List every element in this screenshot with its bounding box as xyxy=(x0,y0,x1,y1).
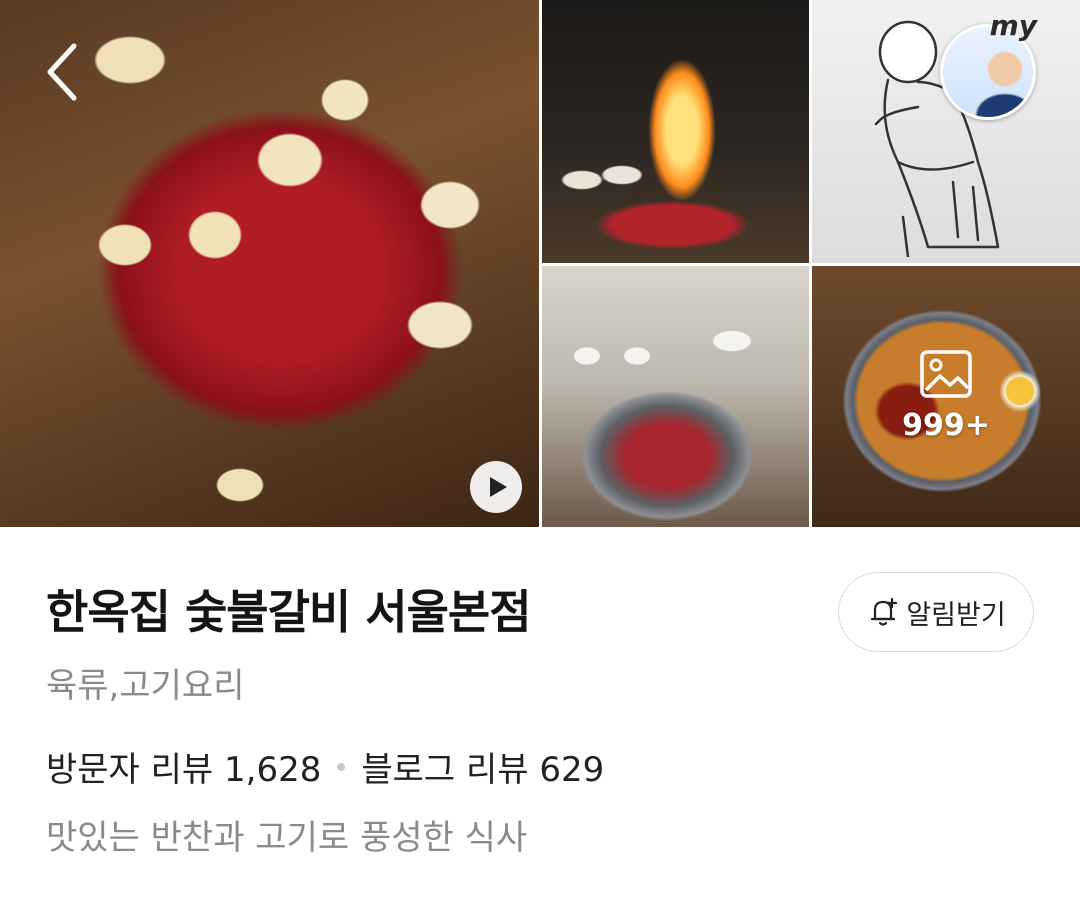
photo-flame-grill[interactable] xyxy=(542,0,809,263)
bell-plus-icon xyxy=(871,597,898,626)
photo-table-grill[interactable] xyxy=(542,266,809,527)
separator-dot xyxy=(337,762,346,771)
more-photos-count: 999+ xyxy=(902,408,990,443)
notify-button[interactable]: 알림받기 xyxy=(838,572,1034,652)
image-icon xyxy=(920,350,972,398)
back-button[interactable] xyxy=(40,40,90,104)
more-photos-overlay[interactable]: 999+ xyxy=(812,266,1080,527)
my-profile-avatar[interactable]: my xyxy=(940,9,1037,120)
chevron-left-icon xyxy=(47,43,77,101)
play-icon xyxy=(490,477,507,497)
video-play-button[interactable] xyxy=(470,461,522,513)
photo-gallery: my 999+ xyxy=(0,0,1080,527)
blog-reviews-link[interactable]: 블로그 리뷰 629 xyxy=(361,742,604,791)
notify-label: 알림받기 xyxy=(906,599,1006,631)
place-description: 맛있는 반찬과 고기로 풍성한 식사 xyxy=(46,818,528,858)
my-label: my xyxy=(989,9,1037,42)
review-counts: 방문자 리뷰 1,628 블로그 리뷰 629 xyxy=(46,742,604,791)
place-category: 육류,고기요리 xyxy=(46,666,245,706)
visitor-reviews-link[interactable]: 방문자 리뷰 1,628 xyxy=(46,742,321,791)
place-name: 한옥집 숯불갈비 서울본점 xyxy=(46,585,532,639)
